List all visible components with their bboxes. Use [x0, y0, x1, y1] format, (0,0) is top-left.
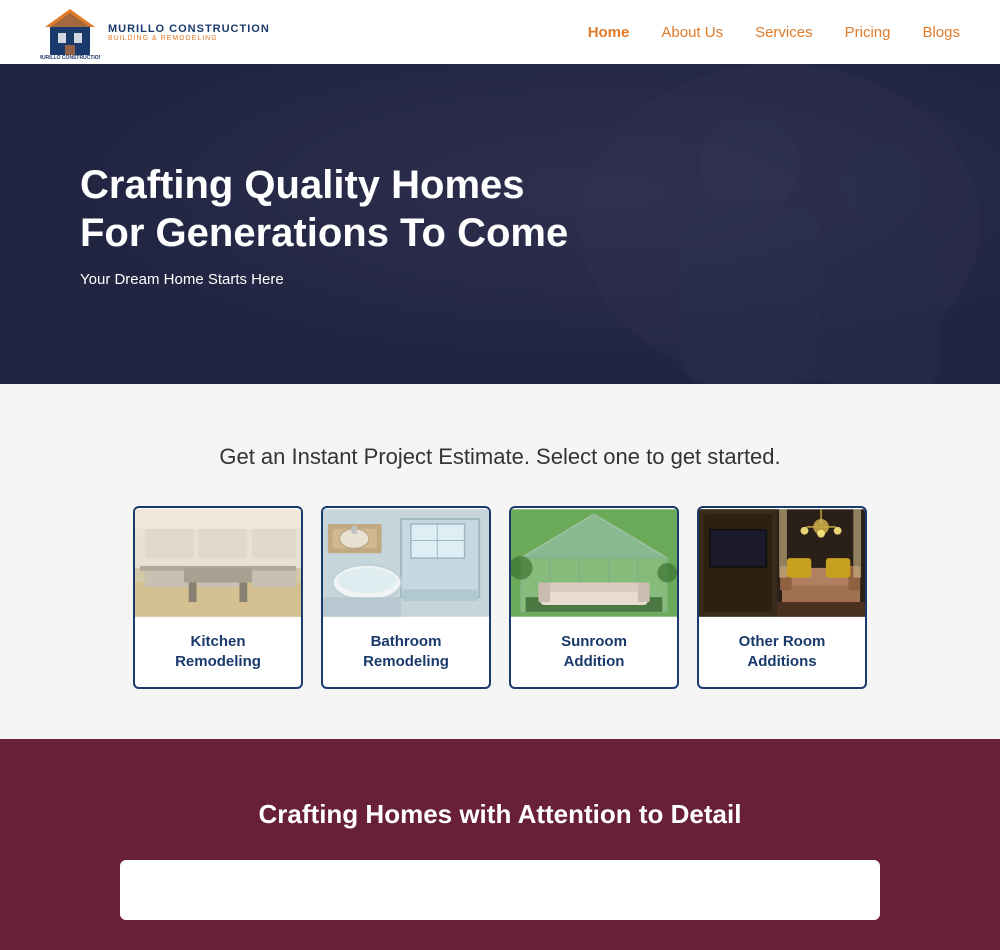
- otherroom-image: [699, 508, 865, 618]
- svg-text:MURILLO CONSTRUCTION: MURILLO CONSTRUCTION: [40, 55, 100, 60]
- kitchen-image: [135, 508, 301, 618]
- estimate-title: Get an Instant Project Estimate. Select …: [40, 444, 960, 470]
- crafting-title: Crafting Homes with Attention to Detail: [40, 799, 960, 830]
- main-nav: Home About Us Services Pricing Blogs: [588, 24, 960, 41]
- otherroom-card-label: Other Room Additions: [699, 618, 865, 687]
- logo-icon: MURILLO CONSTRUCTION: [40, 5, 100, 60]
- crafting-content-box: [120, 860, 880, 920]
- service-card-sunroom[interactable]: Sunroom Addition: [509, 506, 679, 689]
- site-header: MURILLO CONSTRUCTION MURILLO CONSTRUCTIO…: [0, 0, 1000, 64]
- nav-home[interactable]: Home: [588, 24, 630, 41]
- service-cards-row: Kitchen Remodeling: [40, 506, 960, 689]
- sunroom-image: [511, 508, 677, 618]
- hero-content: Crafting Quality Homes For Generations T…: [0, 161, 648, 288]
- service-card-other[interactable]: Other Room Additions: [697, 506, 867, 689]
- nav-about[interactable]: About Us: [661, 24, 723, 41]
- hero-section: Crafting Quality Homes For Generations T…: [0, 64, 1000, 384]
- logo-area: MURILLO CONSTRUCTION MURILLO CONSTRUCTIO…: [40, 5, 270, 60]
- hero-title: Crafting Quality Homes For Generations T…: [80, 161, 568, 257]
- crafting-section: Crafting Homes with Attention to Detail: [0, 739, 1000, 950]
- estimate-section: Get an Instant Project Estimate. Select …: [0, 384, 1000, 739]
- nav-services[interactable]: Services: [755, 24, 813, 41]
- logo-text: MURILLO CONSTRUCTION BUILDING & REMODELI…: [108, 23, 270, 42]
- hero-subtitle: Your Dream Home Starts Here: [80, 271, 568, 288]
- service-card-kitchen[interactable]: Kitchen Remodeling: [133, 506, 303, 689]
- bathroom-card-label: Bathroom Remodeling: [323, 618, 489, 687]
- nav-blogs[interactable]: Blogs: [922, 24, 960, 41]
- bathroom-image: [323, 508, 489, 618]
- sunroom-card-label: Sunroom Addition: [511, 618, 677, 687]
- nav-pricing[interactable]: Pricing: [845, 24, 891, 41]
- kitchen-card-label: Kitchen Remodeling: [135, 618, 301, 687]
- service-card-bathroom[interactable]: Bathroom Remodeling: [321, 506, 491, 689]
